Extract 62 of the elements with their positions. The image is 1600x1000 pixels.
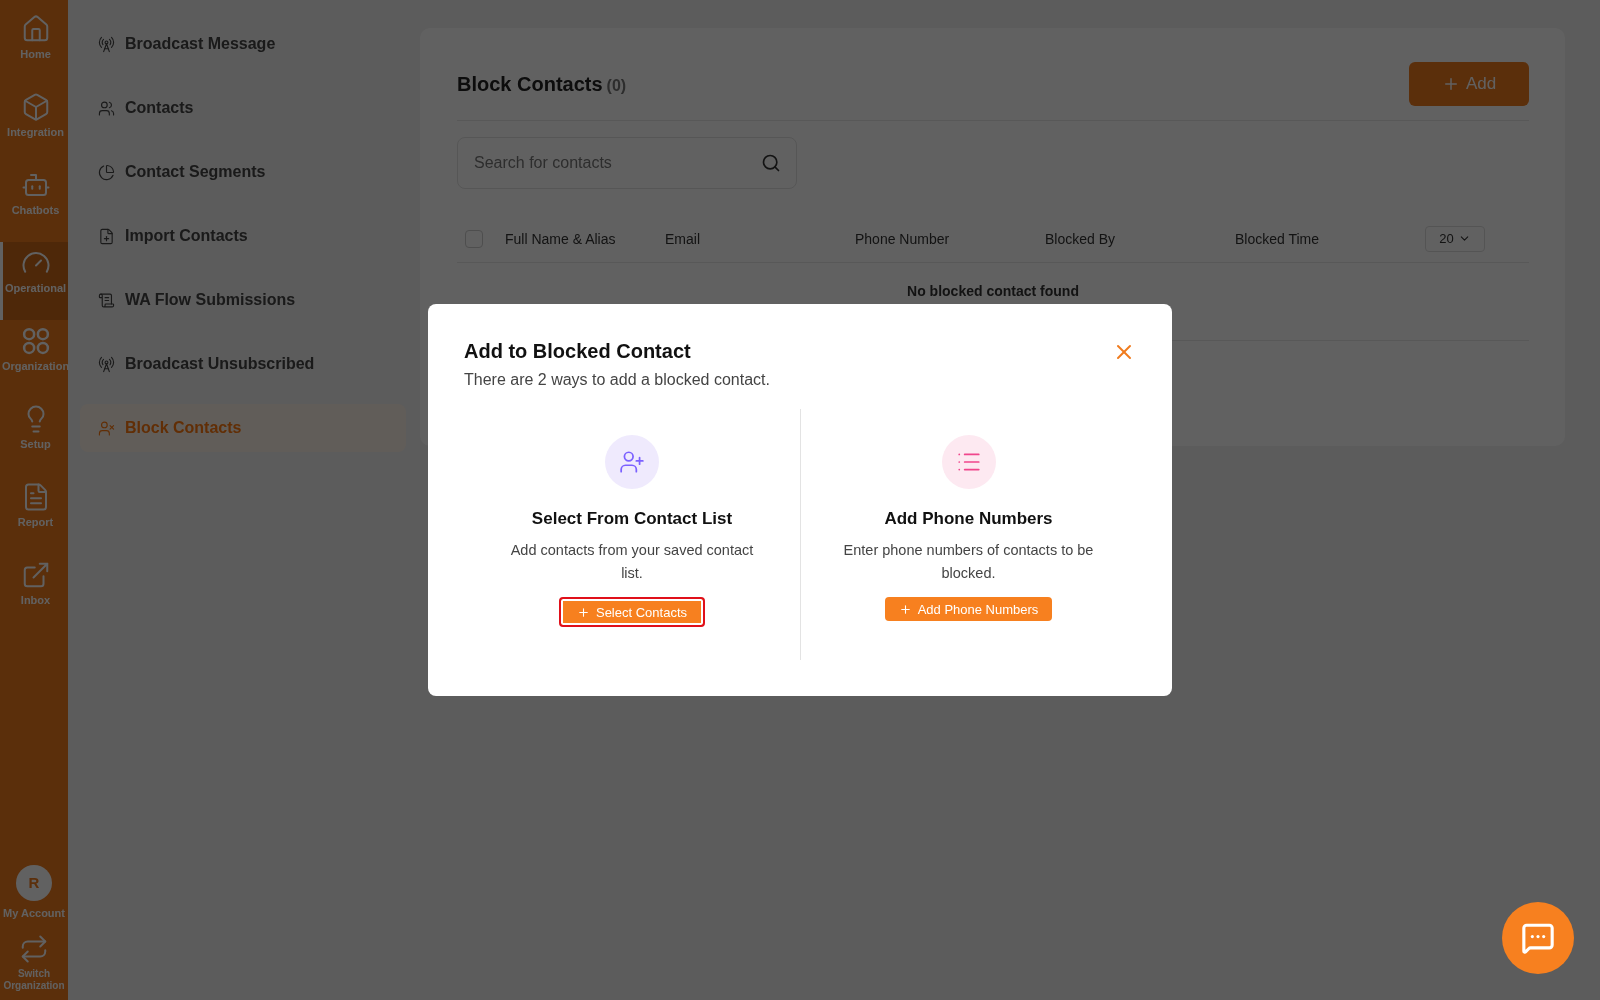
modal-subtitle: There are 2 ways to add a blocked contact.: [464, 371, 770, 389]
sidebar-item[interactable]: WA Flow Submissions: [80, 276, 406, 324]
sidebar-item[interactable]: Contact Segments: [80, 148, 406, 196]
page-title: Block Contacts: [457, 72, 603, 96]
circles-icon: [20, 326, 51, 356]
nav-rail-item[interactable]: Organization: [0, 320, 68, 398]
column-header: Full Name & Alias: [505, 230, 617, 247]
chat-icon: [1521, 921, 1555, 955]
option-button[interactable]: Select Contacts: [558, 597, 705, 627]
column-header: Blocked Time: [1235, 230, 1321, 247]
sidebar-item[interactable]: Contacts: [80, 84, 406, 132]
search-icon: [761, 153, 781, 173]
pie-chart-icon: [98, 163, 115, 181]
user-x-icon: [98, 419, 115, 437]
users-icon: [98, 99, 115, 117]
document-icon: [98, 291, 115, 309]
sidebar-label: Broadcast Unsubscribed: [125, 355, 315, 373]
sidebar-item[interactable]: Broadcast Message: [80, 20, 406, 68]
nav-label: Operational: [4, 282, 67, 296]
option-title: Select From Contact List: [531, 509, 733, 529]
option-description: Enter phone numbers of contacts to be blocked.: [843, 541, 1094, 583]
sidebar-label: Import Contacts: [125, 227, 248, 245]
column-header: Blocked By: [1045, 230, 1117, 247]
sidebar-label: Broadcast Message: [125, 35, 276, 53]
sidebar-label: Block Contacts: [125, 419, 242, 437]
sidebar-item[interactable]: Broadcast Unsubscribed: [80, 340, 406, 388]
file-plus-icon: [98, 227, 115, 245]
plus-icon: [898, 602, 912, 616]
sidebar-label: Contact Segments: [125, 163, 266, 181]
modal-title: Add to Blocked Contact: [464, 340, 692, 363]
radio-tower-icon: [98, 35, 115, 53]
nav-rail-item[interactable]: Chatbots: [0, 164, 68, 242]
option-button[interactable]: Add Phone Numbers: [884, 597, 1053, 621]
nav-rail-item[interactable]: Integration: [0, 86, 68, 164]
nav-label: Switch Organization: [2, 968, 66, 992]
sidebar-item[interactable]: Block Contacts: [80, 404, 406, 452]
sidebar-item[interactable]: Import Contacts: [80, 212, 406, 260]
nav-label: My Account: [3, 906, 65, 920]
sidebar-label: WA Flow Submissions: [125, 291, 296, 309]
user-plus-icon: [619, 449, 645, 475]
account-avatar[interactable]: R: [16, 864, 52, 901]
nav-label: Setup: [20, 438, 51, 452]
nav-label: Report: [17, 516, 54, 530]
column-header: Phone Number: [855, 230, 951, 247]
column-header: Email: [665, 230, 701, 247]
nav-rail-item[interactable]: Inbox: [0, 554, 68, 632]
nav-rail-item[interactable]: Home: [0, 8, 68, 86]
nav-rail-item[interactable]: Setup: [0, 398, 68, 476]
nav-label: Chatbots: [11, 204, 60, 218]
nav-label: Organization: [1, 360, 70, 374]
option-title: Add Phone Numbers: [884, 509, 1053, 529]
sidebar-label: Contacts: [125, 99, 194, 117]
page-size-select[interactable]: 20: [1425, 225, 1485, 252]
nav-label: Home: [20, 48, 51, 62]
nav-rail-item[interactable]: Report: [0, 476, 68, 554]
plus-icon: [576, 605, 590, 619]
add-button[interactable]: Add: [1409, 62, 1529, 106]
option-description: Add contacts from your saved contact list.: [509, 541, 755, 583]
empty-message: No blocked contact found: [907, 283, 1079, 301]
nav-label: Inbox: [20, 594, 51, 608]
swap-icon[interactable]: [19, 934, 49, 964]
nav-label: Integration: [7, 126, 64, 140]
